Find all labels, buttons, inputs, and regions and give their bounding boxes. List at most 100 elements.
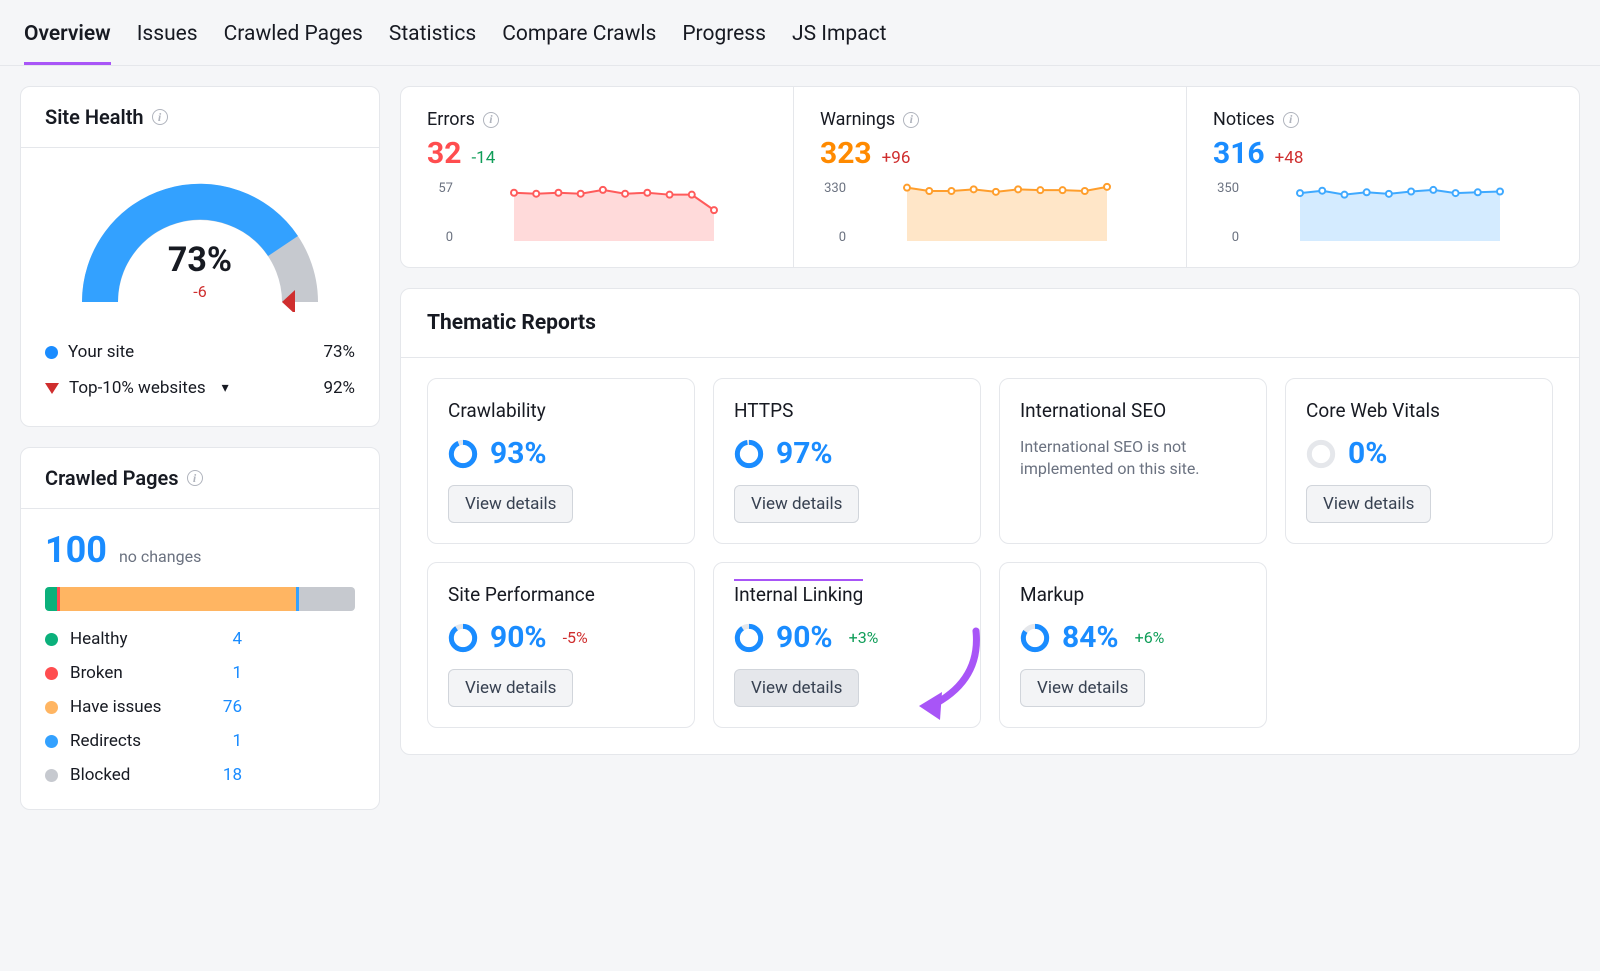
- crawled-item[interactable]: Healthy 4: [45, 629, 355, 649]
- report-title: HTTPS: [734, 399, 960, 422]
- summary-title: Notices: [1213, 109, 1275, 130]
- report-title: Markup: [1020, 583, 1246, 606]
- ring-icon: [448, 439, 478, 469]
- legend-value: 73%: [323, 342, 355, 362]
- report-title: Internal Linking: [734, 583, 960, 606]
- report-pct: 90%: [776, 620, 833, 655]
- summary-value: 316: [1213, 136, 1265, 171]
- tab-overview[interactable]: Overview: [24, 22, 111, 65]
- ring-icon: [448, 623, 478, 653]
- crawled-note: no changes: [119, 547, 201, 566]
- legend-label: Your site: [68, 342, 134, 362]
- crawled-item-label: Broken: [70, 663, 190, 683]
- crawled-item-label: Have issues: [70, 697, 190, 717]
- main: Site Health i 73% -6 Your site73%Top-10%: [0, 66, 1600, 830]
- tab-compare-crawls[interactable]: Compare Crawls: [502, 22, 656, 65]
- view-details-button[interactable]: View details: [734, 485, 859, 523]
- tab-progress[interactable]: Progress: [682, 22, 766, 65]
- info-icon[interactable]: i: [187, 470, 203, 486]
- legend-row: Top-10% websites▾92%: [45, 370, 355, 406]
- crawled-item-value: 76: [202, 697, 242, 717]
- crawled-item[interactable]: Blocked18: [45, 765, 355, 785]
- report-delta: -5%: [563, 628, 588, 647]
- crawled-total[interactable]: 100: [45, 529, 107, 571]
- summary-errors[interactable]: Errorsi 32 -14 570: [401, 87, 793, 267]
- crawled-item-value: 1: [202, 663, 242, 683]
- report-title: Core Web Vitals: [1306, 399, 1532, 422]
- site-health-title-text: Site Health: [45, 105, 144, 129]
- dot-icon: [45, 701, 58, 714]
- report-site-performance: Site Performance90%-5%View details: [427, 562, 695, 728]
- report-crawlability: Crawlability93%View details: [427, 378, 695, 544]
- summary-warnings[interactable]: Warningsi323+963300: [793, 87, 1186, 267]
- right-column: Errorsi32-14570Warningsi323+963300Notice…: [400, 86, 1580, 810]
- report-core-web-vitals: Core Web Vitals 0% View details: [1285, 378, 1553, 544]
- dot-icon: [45, 769, 58, 782]
- report-markup: Markup 84% +6% View details: [999, 562, 1267, 728]
- report-https: HTTPS97%View details: [713, 378, 981, 544]
- summary-delta: +48: [1275, 148, 1304, 168]
- dot-icon: [45, 633, 58, 646]
- dot-icon: [45, 735, 58, 748]
- crawled-item-label: Redirects: [70, 731, 190, 751]
- site-health-card: Site Health i 73% -6 Your site73%Top-10%: [20, 86, 380, 427]
- gauge: 73% -6: [21, 148, 379, 324]
- tab-statistics[interactable]: Statistics: [389, 22, 476, 65]
- bar-segment: [45, 587, 57, 611]
- triangle-down-icon: [45, 383, 59, 394]
- report-pct: 0%: [1348, 436, 1387, 471]
- gauge-pct: 73%: [70, 240, 330, 280]
- crawled-pages-card: Crawled Pages i 100 no changes Healthy4B…: [20, 447, 380, 810]
- summary-title: Errors: [427, 109, 475, 130]
- tab-crawled-pages[interactable]: Crawled Pages: [224, 22, 363, 65]
- tab-issues[interactable]: Issues: [137, 22, 198, 65]
- ring-icon: [1020, 623, 1050, 653]
- report-pct: 93%: [490, 436, 547, 471]
- crawled-item[interactable]: Broken 1: [45, 663, 355, 683]
- info-icon[interactable]: i: [903, 112, 919, 128]
- view-details-button[interactable]: View details: [448, 485, 573, 523]
- crawled-item-value: 4: [202, 629, 242, 649]
- view-details-button[interactable]: View details: [1306, 485, 1431, 523]
- info-icon[interactable]: i: [152, 109, 168, 125]
- ring-icon: [1306, 439, 1336, 469]
- crawled-item[interactable]: Have issues 76: [45, 697, 355, 717]
- crawled-item-label: Healthy: [70, 629, 190, 649]
- info-icon[interactable]: i: [1283, 112, 1299, 128]
- mini-chart: 3300: [820, 181, 1160, 245]
- legend-row: Your site 73%: [45, 334, 355, 370]
- crawled-list: Healthy 4 Broken 1 Have issues 76 Redirects1 Bl…: [45, 629, 355, 785]
- summary-delta: +96: [882, 148, 911, 168]
- site-health-title: Site Health i: [21, 87, 379, 148]
- summary-delta: -14: [471, 148, 495, 168]
- summary-cards: Errorsi32-14570Warningsi323+963300Notice…: [400, 86, 1580, 268]
- crawled-item-value: 18: [202, 765, 242, 785]
- view-details-button[interactable]: View details: [1020, 669, 1145, 707]
- bar-segment: [60, 587, 296, 611]
- report-delta: +3%: [849, 628, 879, 647]
- dot-icon: [45, 667, 58, 680]
- view-details-button[interactable]: View details: [734, 669, 859, 707]
- report-pct: 84%: [1062, 620, 1119, 655]
- crawled-item[interactable]: Redirects1: [45, 731, 355, 751]
- crawled-title-text: Crawled Pages: [45, 466, 179, 490]
- crawled-bar: [45, 587, 355, 611]
- report-internal-linking: Internal Linking 90% +3% View details: [713, 562, 981, 728]
- mini-chart: 570: [427, 181, 767, 245]
- chevron-down-icon[interactable]: ▾: [222, 380, 229, 396]
- ring-icon: [734, 623, 764, 653]
- tabs: Overview Issues Crawled Pages Statistics Com…: [0, 0, 1600, 66]
- report-delta: +6%: [1135, 628, 1165, 647]
- gauge-delta: -6: [70, 282, 330, 301]
- summary-value: 323: [820, 136, 872, 171]
- dot-icon: [45, 346, 58, 359]
- view-details-button[interactable]: View details: [448, 669, 573, 707]
- tab-js-impact[interactable]: JS Impact: [792, 22, 886, 65]
- summary-value: 32: [427, 136, 461, 171]
- report-title: International SEO: [1020, 399, 1246, 422]
- left-column: Site Health i 73% -6 Your site73%Top-10%: [20, 86, 380, 810]
- summary-notices[interactable]: Notices i 316 +48 3500: [1186, 87, 1579, 267]
- info-icon[interactable]: i: [483, 112, 499, 128]
- mini-chart: 3500: [1213, 181, 1553, 245]
- ring-icon: [734, 439, 764, 469]
